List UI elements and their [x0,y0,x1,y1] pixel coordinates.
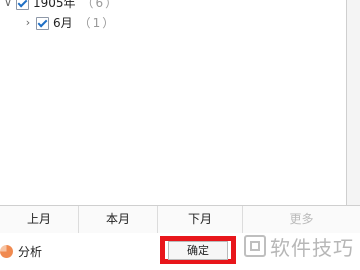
watermark: 软件技巧 [244,228,354,264]
vertical-scrollbar[interactable] [347,0,360,205]
tree-node-year[interactable]: ∨ 1905年 （6） [0,0,119,12]
tree-node-label: 1905年 [33,0,76,10]
next-month-button[interactable]: 下月 [158,206,243,233]
year-checkbox[interactable] [16,0,29,10]
prev-month-button[interactable]: 上月 [0,206,79,233]
confirm-highlight-frame: 确定 [160,236,236,264]
month-checkbox[interactable] [36,17,49,30]
watermark-logo-icon [244,235,266,257]
analyze-button[interactable]: 分析 [0,242,42,260]
chevron-right-icon[interactable]: › [20,14,36,32]
analyze-label: 分析 [18,244,43,259]
more-label: 更多 [289,212,314,226]
this-month-button[interactable]: 本月 [79,206,158,233]
tree-node-label: 6月 [53,16,73,30]
tree-node-count: （6） [81,0,120,10]
chevron-down-icon[interactable]: ∨ [0,0,16,12]
date-tree-panel: ∨ 1905年 （6） › 6月 （1） [0,0,347,205]
watermark-text: 软件技巧 [270,235,354,260]
tree-node-month[interactable]: › 6月 （1） [20,14,116,32]
pie-chart-icon [0,244,13,258]
confirm-button[interactable]: 确定 [168,240,228,260]
tree-node-count: （1） [78,16,117,30]
